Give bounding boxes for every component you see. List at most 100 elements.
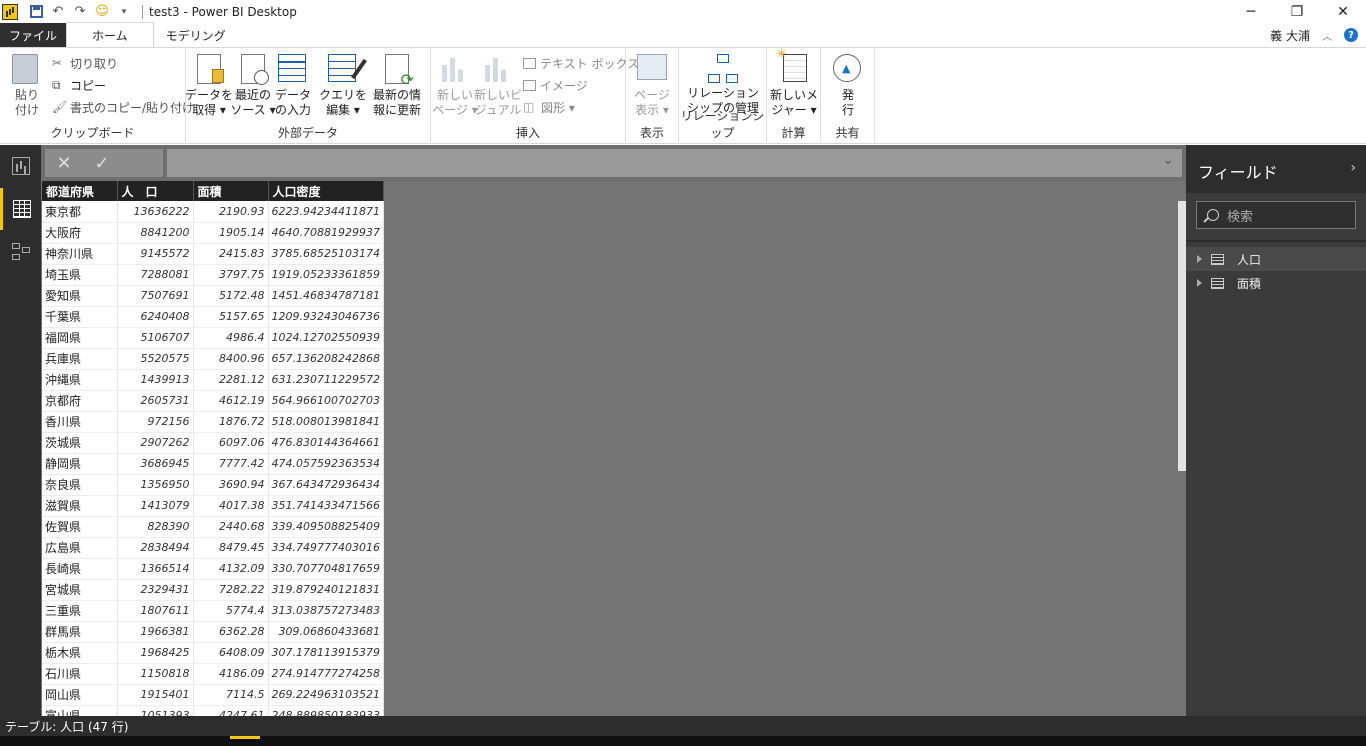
smiley-feedback-icon[interactable]: ☺ [94,4,110,20]
table-cell[interactable]: 5157.65 [193,306,269,328]
data-view-button[interactable] [0,188,41,230]
cut-button[interactable]: ✂ 切り取り [52,53,118,73]
field-table-item[interactable]: 人口 [1186,247,1366,271]
shapes-button[interactable]: ◫ 図形 ▾ [523,97,575,117]
column-header[interactable]: 人 口 [117,181,194,201]
table-cell[interactable]: 7288081 [117,264,194,286]
table-row[interactable]: 沖縄県 1439913 2281.12 631.230711229572 [42,369,384,391]
table-row[interactable]: 滋賀県 1413079 4017.38 351.741433471566 [42,495,384,517]
table-cell[interactable]: 広島県 [42,537,118,559]
table-cell[interactable]: 631.230711229572 [268,369,384,391]
report-view-button[interactable] [0,145,41,187]
table-cell[interactable]: 千葉県 [42,306,118,328]
table-cell[interactable]: 奈良県 [42,474,118,496]
expand-caret-icon[interactable] [1197,279,1202,287]
minimize-button[interactable]: ─ [1228,0,1274,23]
table-cell[interactable]: 2440.68 [193,516,269,538]
table-cell[interactable]: 1439913 [117,369,194,391]
commit-formula-button[interactable]: ✓ [83,149,121,177]
table-row[interactable]: 岡山県 1915401 7114.5 269.224963103521 [42,684,384,706]
table-row[interactable]: 東京都 13636222 2190.93 6223.94234411871 [42,201,384,223]
collapse-pane-icon[interactable]: › [1350,160,1356,176]
table-cell[interactable]: 269.224963103521 [268,684,384,706]
table-cell[interactable]: 4186.09 [193,663,269,685]
table-row[interactable]: 佐賀県 828390 2440.68 339.409508825409 [42,516,384,538]
table-cell[interactable]: 4986.4 [193,327,269,349]
table-row[interactable]: 千葉県 6240408 5157.65 1209.93243046736 [42,306,384,328]
user-name[interactable]: 義 大浦 [1270,27,1310,44]
table-cell[interactable]: 神奈川県 [42,243,118,265]
table-cell[interactable]: 4640.70881929937 [268,222,384,244]
table-cell[interactable]: 宮城県 [42,579,118,601]
column-header[interactable]: 面積 [193,181,269,201]
table-cell[interactable]: 6240408 [117,306,194,328]
save-icon[interactable] [28,4,44,20]
table-cell[interactable]: 313.038757273483 [268,600,384,622]
expand-formula-icon[interactable]: ⌄ [1162,152,1174,168]
table-cell[interactable]: 1966381 [117,621,194,643]
expand-caret-icon[interactable] [1197,255,1202,263]
table-cell[interactable]: 大阪府 [42,222,118,244]
table-cell[interactable]: 274.914777274258 [268,663,384,685]
table-row[interactable]: 宮城県 2329431 7282.22 319.879240121831 [42,579,384,601]
table-cell[interactable]: 367.643472936434 [268,474,384,496]
new-visual-button[interactable]: 新しいビ ジュアル [474,54,522,118]
table-cell[interactable]: 474.057592363534 [268,453,384,475]
table-row[interactable]: 富山県 1051393 4247.61 248.889850183933 [42,705,384,716]
table-row[interactable]: 埼玉県 7288081 3797.75 1919.05233361859 [42,264,384,286]
table-cell[interactable]: 4132.09 [193,558,269,580]
table-cell[interactable]: 佐賀県 [42,516,118,538]
table-cell[interactable]: 1807611 [117,600,194,622]
enter-data-button[interactable]: データ の入力 [270,54,316,118]
table-cell[interactable]: 1366514 [117,558,194,580]
table-row[interactable]: 栃木県 1968425 6408.09 307.178113915379 [42,642,384,664]
table-row[interactable]: 香川県 972156 1876.72 518.008013981841 [42,411,384,433]
table-cell[interactable]: 2907262 [117,432,194,454]
tab-file[interactable]: ファイル [0,23,67,47]
table-cell[interactable]: 4017.38 [193,495,269,517]
edit-queries-button[interactable]: クエリを 編集 ▾ [319,54,367,118]
table-cell[interactable]: 福岡県 [42,327,118,349]
copy-button[interactable]: ⧉ コピー [52,75,106,95]
table-cell[interactable]: 2605731 [117,390,194,412]
table-cell[interactable]: 248.889850183933 [268,705,384,716]
column-header[interactable]: 都道府県 [42,181,118,201]
table-cell[interactable]: 5774.4 [193,600,269,622]
table-cell[interactable]: 4612.19 [193,390,269,412]
table-row[interactable]: 三重県 1807611 5774.4 313.038757273483 [42,600,384,622]
table-cell[interactable]: 富山県 [42,705,118,716]
formula-input[interactable]: ⌄ [167,149,1182,177]
undo-icon[interactable]: ↶ [50,4,66,20]
column-header[interactable]: 人口密度 [268,181,384,201]
table-cell[interactable]: 石川県 [42,663,118,685]
table-cell[interactable]: 1209.93243046736 [268,306,384,328]
tab-modeling[interactable]: モデリング [154,23,238,47]
table-cell[interactable]: 6362.28 [193,621,269,643]
table-cell[interactable]: 5106707 [117,327,194,349]
restore-button[interactable]: ❐ [1274,0,1320,23]
table-cell[interactable]: 657.136208242868 [268,348,384,370]
collapse-ribbon-icon[interactable]: ︿ [1322,28,1332,43]
table-cell[interactable]: 香川県 [42,411,118,433]
table-cell[interactable]: 309.06860433681 [268,621,384,643]
format-painter-button[interactable]: 🖌 書式のコピー/貼り付け [52,97,194,117]
refresh-button[interactable]: 最新の情 報に更新 [373,54,421,118]
table-cell[interactable]: 東京都 [42,201,118,223]
table-row[interactable]: 長崎県 1366514 4132.09 330.707704817659 [42,558,384,580]
textbox-button[interactable]: テキスト ボックス [523,53,639,73]
new-measure-button[interactable]: 新しいメ ジャー ▾ [770,47,818,118]
publish-button[interactable]: 発 行 [825,54,871,118]
table-row[interactable]: 静岡県 3686945 7777.42 474.057592363534 [42,453,384,475]
table-cell[interactable]: 1356950 [117,474,194,496]
table-cell[interactable]: 1051393 [117,705,194,716]
fields-search-input[interactable]: 検索 [1196,201,1356,229]
table-cell[interactable]: 9145572 [117,243,194,265]
table-cell[interactable]: 828390 [117,516,194,538]
table-cell[interactable]: 1915401 [117,684,194,706]
table-cell[interactable]: 564.966100702703 [268,390,384,412]
table-cell[interactable]: 滋賀県 [42,495,118,517]
table-row[interactable]: 石川県 1150818 4186.09 274.914777274258 [42,663,384,685]
table-cell[interactable]: 沖縄県 [42,369,118,391]
table-cell[interactable]: 京都府 [42,390,118,412]
table-cell[interactable]: 7507691 [117,285,194,307]
